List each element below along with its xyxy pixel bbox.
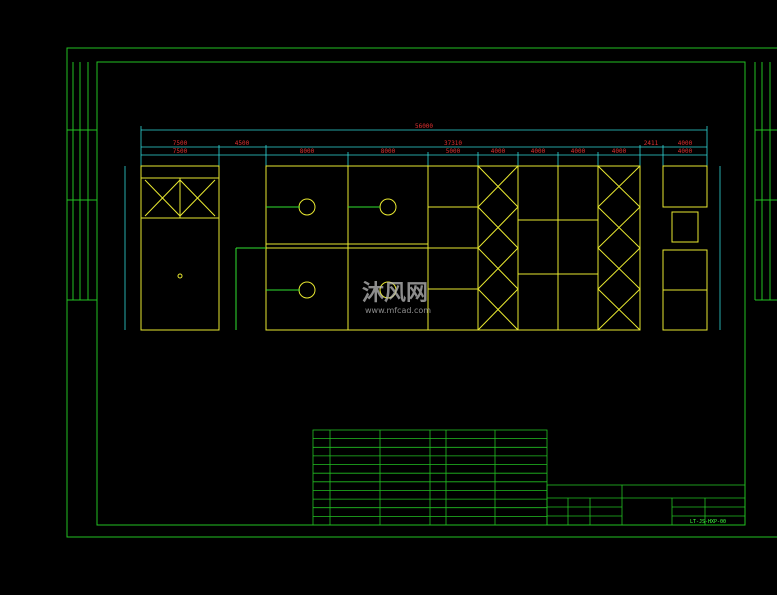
dim-label: 4500 [235,140,250,147]
room-top-right [662,165,708,208]
dim-label: 7500 [173,140,188,147]
dim-label: 7500 [173,148,188,155]
legend-table [312,429,548,526]
dim-label: 8000 [381,148,396,155]
dim-label: 4000 [678,148,693,155]
dim-label: 37310 [444,140,462,147]
drawing-number: LT-JS-HXP-00 [690,519,726,525]
pipes [235,206,380,330]
dim-label: 4000 [531,148,546,155]
dim-label: 4000 [612,148,627,155]
cad-drawing-canvas: 56000 7500 4500 37310 2411 4000 7500 800… [0,0,777,595]
watermark-url: www.mfcad.com [365,306,431,315]
dim-label: 8000 [300,148,315,155]
dim-label: 4000 [491,148,506,155]
dimension-labels: 56000 7500 4500 37310 2411 4000 7500 800… [173,123,693,155]
dim-label: 4000 [678,140,693,147]
dim-label: 5000 [446,148,461,155]
watermark-brand: 沐风网 [362,281,428,306]
dim-label: 4000 [571,148,586,155]
dim-overall: 56000 [415,123,433,130]
watermark-logo: 沐风网 www.mfcad.com [362,281,431,315]
drawing-sheet: 56000 7500 4500 37310 2411 4000 7500 800… [66,47,777,538]
dim-label: 2411 [644,140,659,147]
